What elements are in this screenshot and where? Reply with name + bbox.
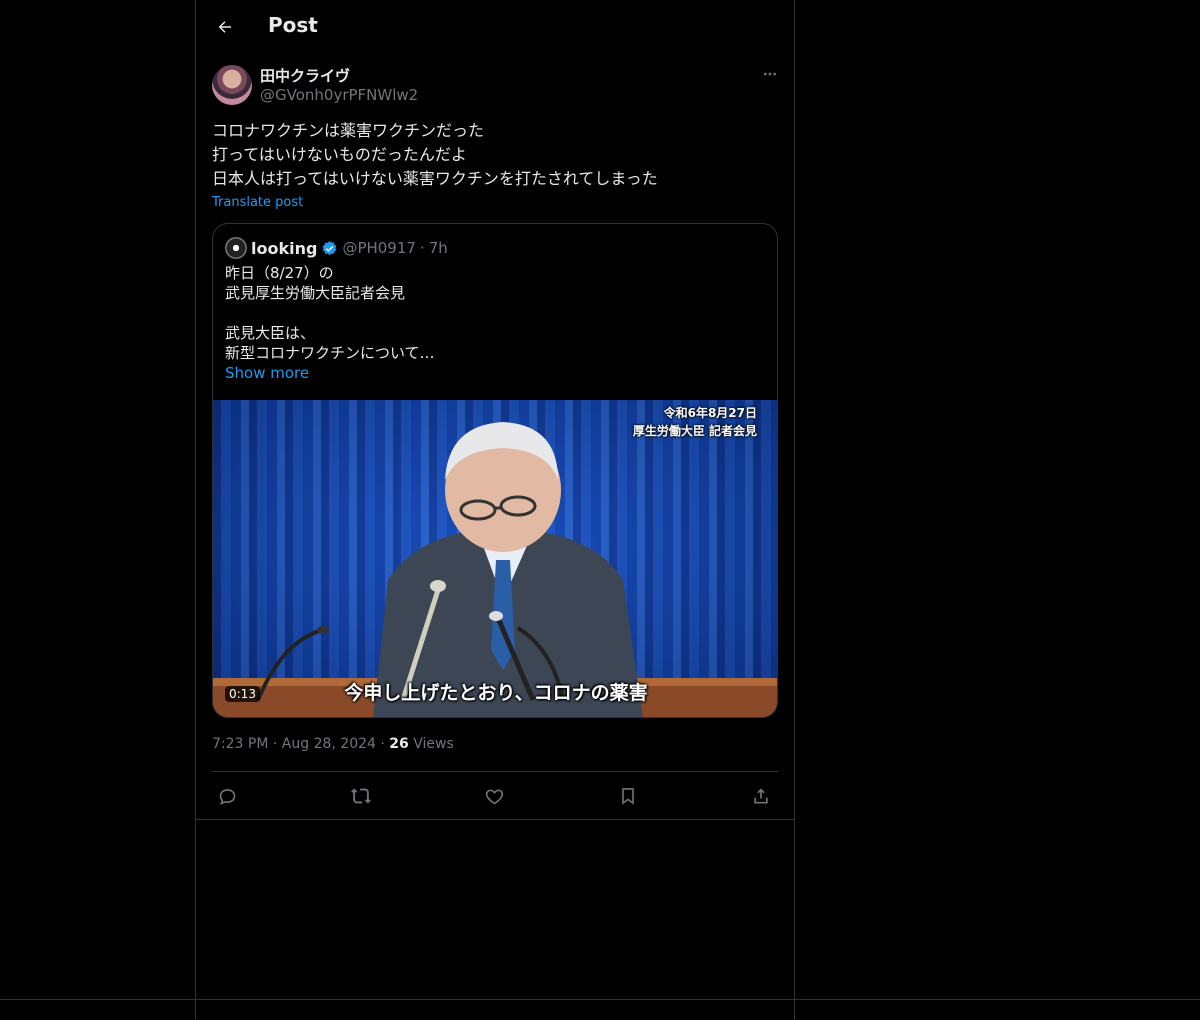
quoted-post-header: looking @PH0917 · 7h [225,236,448,260]
post-bottom-border [196,819,794,820]
quoted-author-name[interactable]: looking [251,239,317,258]
arrow-left-icon [218,21,231,33]
quoted-text-line: 武見厚生労働大臣記者会見 [225,284,406,302]
bookmark-icon [621,788,634,805]
video-duration: 0:13 [225,686,260,702]
post-text: コロナワクチンは薬害ワクチンだった 打ってはいけないものだったんだよ 日本人は打… [212,119,780,191]
main-column: Post 田中クライヴ @GVonh0yrPFNWlw2 コロナワクチンは薬害ワ… [195,0,795,1020]
repost-button[interactable] [350,785,372,807]
video-overlay-caption: 令和6年8月27日 厚生労働大臣 記者会見 [633,404,757,440]
page-title: Post [268,13,318,37]
post-text-line: 打ってはいけないものだったんだよ [212,145,467,164]
post-author: 田中クライヴ @GVonh0yrPFNWlw2 [212,64,780,108]
post-date[interactable]: Aug 28, 2024 [282,736,376,752]
post-text-line: 日本人は打ってはいけない薬害ワクチンを打たされてしまった [212,169,658,188]
views-label: Views [413,736,454,752]
reply-icon [219,788,235,805]
heart-icon [485,789,503,804]
reply-button[interactable] [216,785,238,807]
show-more-link[interactable]: Show more [225,364,309,382]
separator-dot: · [380,736,385,752]
quoted-post[interactable]: looking @PH0917 · 7h 昨日（8/27）の 武見厚生労働大臣記… [212,223,778,718]
video-subtitle: 今申し上げたとおり、コロナの薬害 [344,682,648,704]
video-frame-speaker [213,422,777,717]
post-time[interactable]: 7:23 PM [212,736,268,752]
verified-badge-icon [323,240,337,255]
bookmark-button[interactable] [617,785,639,807]
author-name[interactable]: 田中クライヴ [260,65,350,86]
more-button[interactable] [760,64,780,84]
quoted-text-line [225,303,765,323]
share-button[interactable] [750,785,772,807]
share-icon [754,788,768,804]
post-metadata: 7:23 PM · Aug 28, 2024 · 26 Views [212,736,454,752]
page-bottom-border [0,999,1200,1000]
quoted-post-text: 昨日（8/27）の 武見厚生労働大臣記者会見 武見大臣は、 新型コロナワクチンに… [225,263,765,363]
views-count: 26 [389,736,409,752]
page-header: Post [196,0,794,54]
separator-dot: · [272,736,278,752]
quoted-post-age[interactable]: 7h [429,239,448,257]
author-handle[interactable]: @GVonh0yrPFNWlw2 [260,86,418,104]
overlay-event: 厚生労働大臣 記者会見 [632,424,757,438]
separator-dot: · [419,239,425,257]
translate-post-link[interactable]: Translate post [212,195,303,210]
action-bar [212,782,778,810]
like-button[interactable] [483,785,505,807]
repost-icon [350,788,371,804]
quoted-avatar[interactable] [225,237,247,259]
more-horizontal-icon [764,72,776,76]
video-player[interactable]: 令和6年8月27日 厚生労働大臣 記者会見 今申し上げたとおり、コロナの薬害 0… [213,400,777,717]
overlay-date: 令和6年8月27日 [663,406,757,420]
quoted-author-handle[interactable]: @PH0917 [342,239,416,257]
quoted-text-line: 昨日（8/27）の [225,264,334,282]
avatar[interactable] [212,65,252,105]
divider [212,771,778,772]
post-text-line: コロナワクチンは薬害ワクチンだった [212,121,485,140]
quoted-text-line: 武見大臣は、 [225,324,316,342]
back-button[interactable] [212,14,238,40]
quoted-text-line: 新型コロナワクチンについて… [225,344,435,362]
